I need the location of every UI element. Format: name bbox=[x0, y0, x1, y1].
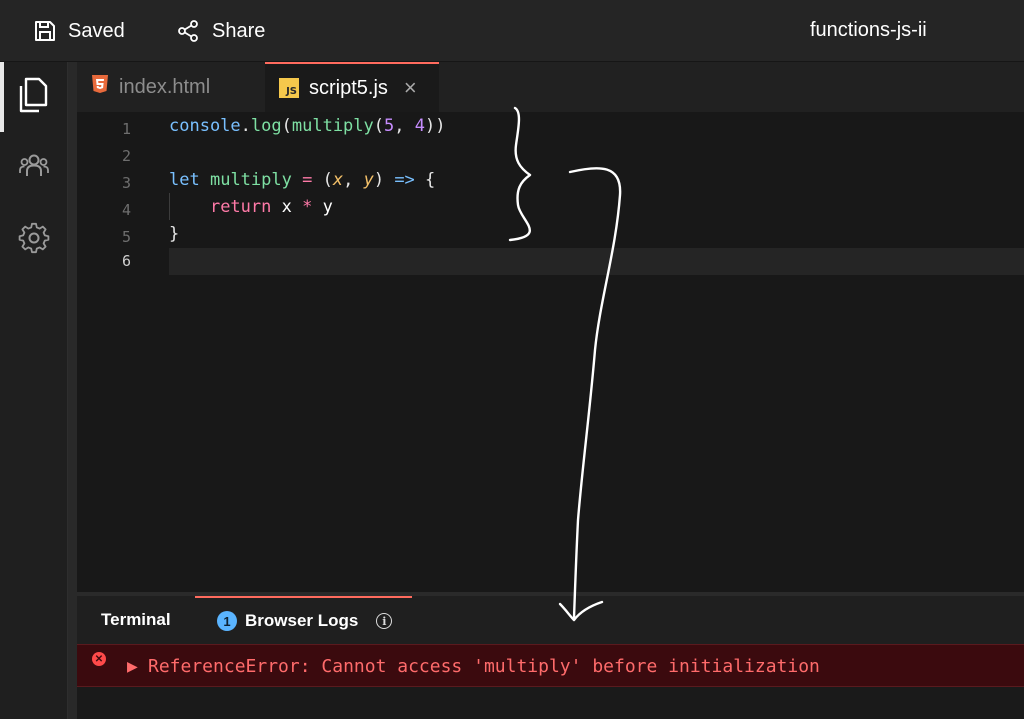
code-token: = bbox=[302, 170, 313, 190]
error-message: ReferenceError: Cannot access 'multiply'… bbox=[148, 656, 820, 677]
tab-label: Terminal bbox=[101, 610, 171, 629]
share-label: Share bbox=[212, 19, 266, 42]
sidebar-item-files[interactable] bbox=[0, 62, 68, 132]
line-number: 2 bbox=[121, 147, 131, 165]
project-title: functions-js-ii bbox=[810, 19, 927, 41]
code-token: => bbox=[394, 170, 415, 190]
current-line-highlight bbox=[169, 248, 1024, 275]
collaborators-icon bbox=[17, 149, 51, 188]
saved-label: Saved bbox=[68, 19, 125, 42]
log-count-badge: 1 bbox=[217, 611, 237, 631]
code-token: x bbox=[271, 197, 303, 217]
code-token: return bbox=[209, 197, 272, 217]
line-number: 5 bbox=[121, 228, 131, 246]
activity-sidebar bbox=[0, 62, 68, 719]
tab-script5-js[interactable]: JS script5.js × bbox=[265, 62, 439, 112]
line-number: 3 bbox=[121, 174, 131, 192]
info-icon[interactable]: i bbox=[376, 613, 393, 629]
code-token: x bbox=[332, 170, 344, 190]
line-number: 6 bbox=[121, 252, 131, 270]
code-token: ( bbox=[373, 116, 385, 136]
line-number: 1 bbox=[121, 120, 131, 138]
tab-label: script5.js bbox=[309, 76, 388, 99]
code-token: y bbox=[363, 170, 374, 190]
save-icon bbox=[34, 20, 56, 42]
code-token: , bbox=[394, 116, 415, 136]
tab-browser-logs[interactable]: 1 Browser Logs i bbox=[195, 596, 412, 644]
tab-terminal[interactable]: Terminal bbox=[101, 596, 171, 644]
code-token: let bbox=[169, 170, 200, 190]
top-bar: Saved Share functions-js-ii bbox=[0, 0, 1024, 62]
code-token: * bbox=[302, 197, 313, 217]
code-line: let multiply = (x, y) => { bbox=[169, 167, 435, 194]
code-token: y bbox=[312, 197, 333, 217]
close-icon[interactable]: × bbox=[404, 77, 417, 99]
sidebar-divider bbox=[68, 62, 77, 719]
code-token: ( bbox=[281, 116, 292, 136]
code-token: console bbox=[169, 116, 241, 136]
code-token: } bbox=[169, 224, 180, 244]
code-token: 5 bbox=[384, 116, 395, 136]
code-token: ( bbox=[312, 170, 333, 190]
editor-tab-bar: index.html JS script5.js × bbox=[77, 62, 1024, 112]
code-editor[interactable]: 1 2 3 4 5 6 console.log(multiply(5, 4)) … bbox=[77, 112, 1024, 592]
log-entry-error[interactable]: ✕ ▶ ReferenceError: Cannot access 'multi… bbox=[77, 644, 1024, 687]
line-number: 4 bbox=[121, 201, 131, 219]
code-token: ) bbox=[373, 170, 395, 190]
tab-label: index.html bbox=[119, 75, 211, 98]
sidebar-item-settings[interactable] bbox=[0, 205, 68, 275]
files-icon bbox=[17, 76, 51, 119]
code-line: return x * y bbox=[169, 194, 333, 221]
error-icon: ✕ bbox=[92, 652, 106, 666]
share-icon bbox=[176, 19, 200, 43]
saved-button[interactable]: Saved bbox=[34, 14, 125, 48]
sidebar-item-collaborators[interactable] bbox=[0, 133, 68, 203]
code-token: , bbox=[343, 170, 364, 190]
panel-tab-bar: Terminal 1 Browser Logs i bbox=[77, 596, 1024, 644]
share-button[interactable]: Share bbox=[176, 14, 265, 48]
tab-index-html[interactable]: index.html bbox=[77, 62, 264, 112]
code-token: 4 bbox=[414, 116, 425, 136]
gear-icon bbox=[18, 222, 50, 259]
browser-logs-panel: ✕ ▶ ReferenceError: Cannot access 'multi… bbox=[77, 644, 1024, 719]
html5-icon bbox=[91, 74, 109, 100]
code-line: console.log(multiply(5, 4)) bbox=[169, 113, 445, 140]
code-token: log bbox=[250, 116, 282, 136]
expand-toggle-icon[interactable]: ▶ bbox=[127, 658, 138, 675]
code-token: . bbox=[240, 116, 251, 136]
code-token: )) bbox=[425, 116, 446, 136]
code-token: { bbox=[414, 170, 436, 190]
js-icon: JS bbox=[279, 78, 299, 98]
code-line: } bbox=[169, 221, 179, 248]
tab-label: Browser Logs bbox=[245, 611, 359, 630]
code-token: multiply bbox=[291, 116, 374, 136]
code-token: multiply bbox=[209, 170, 292, 190]
